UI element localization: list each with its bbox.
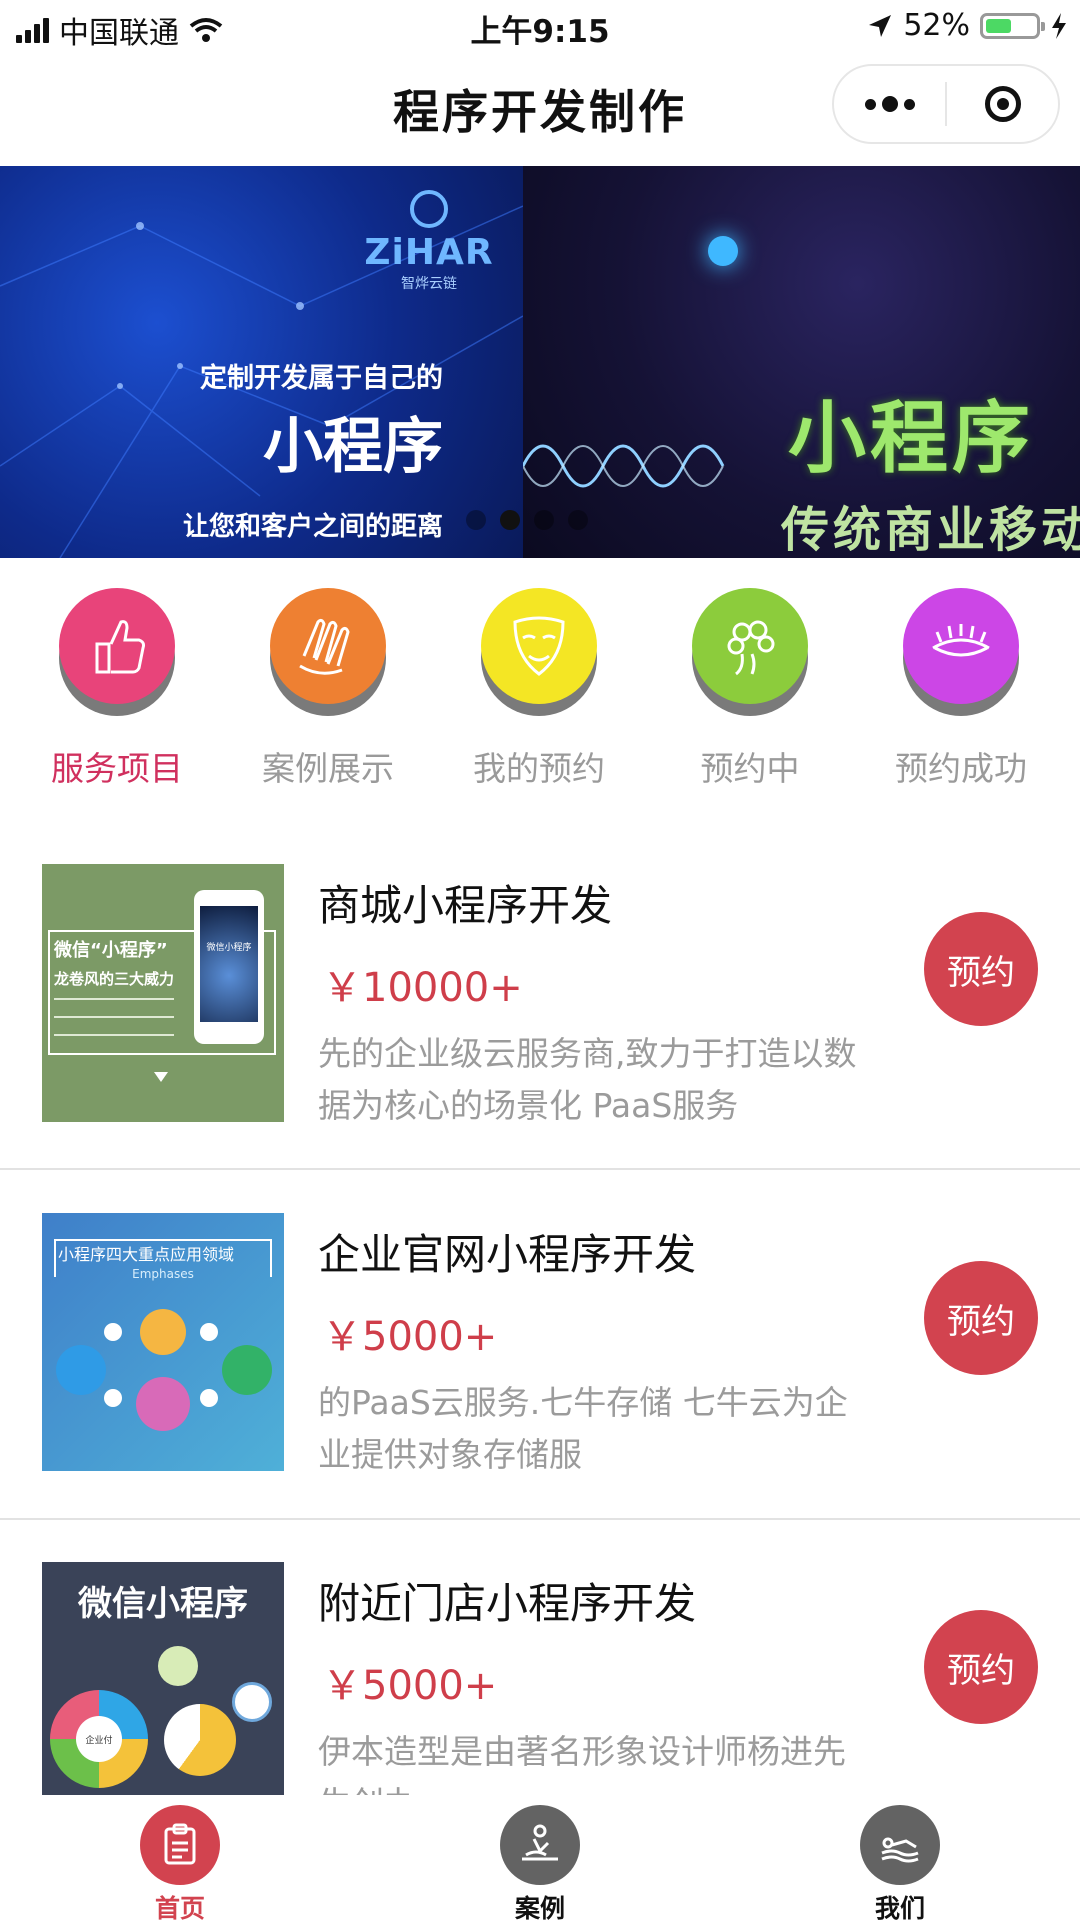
close-button[interactable] (947, 66, 1058, 142)
category-label: 预约成功 (895, 749, 1027, 788)
item-title: 商城小程序开发 (318, 881, 613, 930)
bottom-tab-bar: 首页 案例 我们 (0, 1795, 1080, 1923)
mask-icon (481, 588, 597, 704)
category-nav: 服务项目 案例展示 我的预约 预约中 预约成功 (0, 578, 1080, 808)
spa-icon (860, 1805, 940, 1885)
battery-icon (980, 12, 1045, 39)
tab-cases[interactable]: 案例 (460, 1805, 620, 1925)
list-item[interactable]: 小程序四大重点应用领域 Emphases 企业官网小程序开发 ￥5000+ 的P… (0, 1209, 1080, 1559)
item-price: ￥5000+ (322, 1314, 498, 1360)
diagram-node (222, 1345, 272, 1395)
battery-percent: 52% (903, 8, 970, 43)
banner-pager (466, 510, 588, 530)
glow-dot-decoration (708, 236, 738, 266)
list-divider (0, 1518, 1080, 1520)
massage-icon (500, 1805, 580, 1885)
item-description: 的PaaS云服务.七牛存储 七牛云为企业提供对象存储服 (318, 1383, 848, 1474)
category-label: 我的预约 (473, 749, 605, 788)
item-price: ￥10000+ (322, 965, 523, 1011)
category-cases[interactable]: 案例展示 (228, 578, 428, 790)
clipboard-icon (140, 1805, 220, 1885)
category-booking-pending[interactable]: 预约中 (650, 578, 850, 790)
logo-mark-icon (410, 190, 448, 228)
hair-icon (692, 588, 808, 704)
close-target-icon (984, 86, 1021, 122)
diagram-node (200, 1389, 218, 1407)
down-arrow-icon (154, 1072, 168, 1082)
thumb-line (54, 1034, 174, 1036)
category-booking-success[interactable]: 预约成功 (861, 578, 1061, 790)
category-label: 预约中 (700, 749, 800, 788)
banner-b-headline: 小程序 (788, 394, 1035, 484)
banner-slide-a[interactable]: ZiHAR 智烨云链 定制开发属于自己的 小程序 让您和客户之间的距离 (0, 166, 523, 558)
item-title: 附近门店小程序开发 (318, 1579, 697, 1628)
tab-home[interactable]: 首页 (100, 1805, 260, 1925)
location-arrow-icon (869, 14, 892, 37)
thumb-line (54, 998, 174, 1000)
book-button[interactable]: 预约 (924, 1261, 1038, 1375)
diagram-node (232, 1682, 272, 1722)
thumb-line (54, 1016, 174, 1018)
category-services[interactable]: 服务项目 (17, 578, 217, 790)
pager-dot[interactable] (466, 510, 486, 530)
nails-icon (270, 588, 386, 704)
list-item[interactable]: 微信“小程序” 龙卷风的三大威力 微信小程序 商城小程序开发 ￥10000+ 先… (0, 860, 1080, 1210)
banner-b-subline: 传统商业移动 (781, 502, 1080, 558)
tab-about[interactable]: 我们 (820, 1805, 980, 1925)
list-divider (0, 1168, 1080, 1170)
list-item[interactable]: 微信小程序 企业付 附近门店小程序开发 ￥5000+ 伊本造型是由著名形象设计师… (0, 1558, 1080, 1795)
category-label: 案例展示 (262, 749, 394, 788)
diagram-node (56, 1345, 106, 1395)
item-price: ￥5000+ (322, 1663, 498, 1709)
pager-dot[interactable] (534, 510, 554, 530)
banner-a-line1: 定制开发属于自己的 (200, 363, 443, 394)
phone-icon: 微信小程序 (194, 890, 264, 1044)
thumbs-up-icon (59, 588, 175, 704)
diagram-node (140, 1309, 186, 1355)
item-description: 伊本造型是由著名形象设计师杨进先生创办 (318, 1732, 846, 1795)
status-bar: 中国联通 上午9:15 52% (0, 0, 1080, 56)
more-button[interactable] (834, 66, 945, 142)
item-title: 企业官网小程序开发 (318, 1230, 697, 1279)
diagram-node (200, 1323, 218, 1341)
category-my-booking[interactable]: 我的预约 (439, 578, 639, 790)
eyelash-icon (903, 588, 1019, 704)
diagram-node (158, 1646, 198, 1686)
diagram-node (136, 1377, 190, 1431)
mini-program-capsule (832, 64, 1060, 144)
banner-carousel[interactable]: ZiHAR 智烨云链 定制开发属于自己的 小程序 让您和客户之间的距离 小程序 … (0, 166, 1080, 558)
item-thumbnail: 小程序四大重点应用领域 Emphases (42, 1213, 284, 1471)
item-thumbnail: 微信“小程序” 龙卷风的三大威力 微信小程序 (42, 864, 284, 1122)
diagram-node (104, 1389, 122, 1407)
book-button[interactable]: 预约 (924, 1610, 1038, 1724)
nav-bar: 程序开发制作 (0, 56, 1080, 166)
book-button[interactable]: 预约 (924, 912, 1038, 1026)
charging-bolt-icon (1052, 12, 1066, 39)
status-right: 52% (867, 8, 1068, 43)
banner-slide-b[interactable]: 小程序 传统商业移动 (523, 166, 1080, 558)
category-label: 服务项目 (51, 749, 183, 788)
diagram-node (104, 1323, 122, 1341)
more-dots-icon (864, 96, 915, 112)
item-thumbnail: 微信小程序 企业付 (42, 1562, 284, 1795)
diagram-wheel (164, 1704, 236, 1776)
pager-dot[interactable] (568, 510, 588, 530)
banner-a-line3: 让您和客户之间的距离 (182, 512, 443, 542)
pager-dot-active[interactable] (500, 510, 520, 530)
zihar-logo: ZiHAR 智烨云链 (364, 190, 494, 293)
item-description: 先的企业级云服务商,致力于打造以数据为核心的场景化 PaaS服务 (318, 1034, 857, 1125)
battery-fill (986, 18, 1011, 33)
banner-a-headline: 小程序 (263, 412, 443, 482)
